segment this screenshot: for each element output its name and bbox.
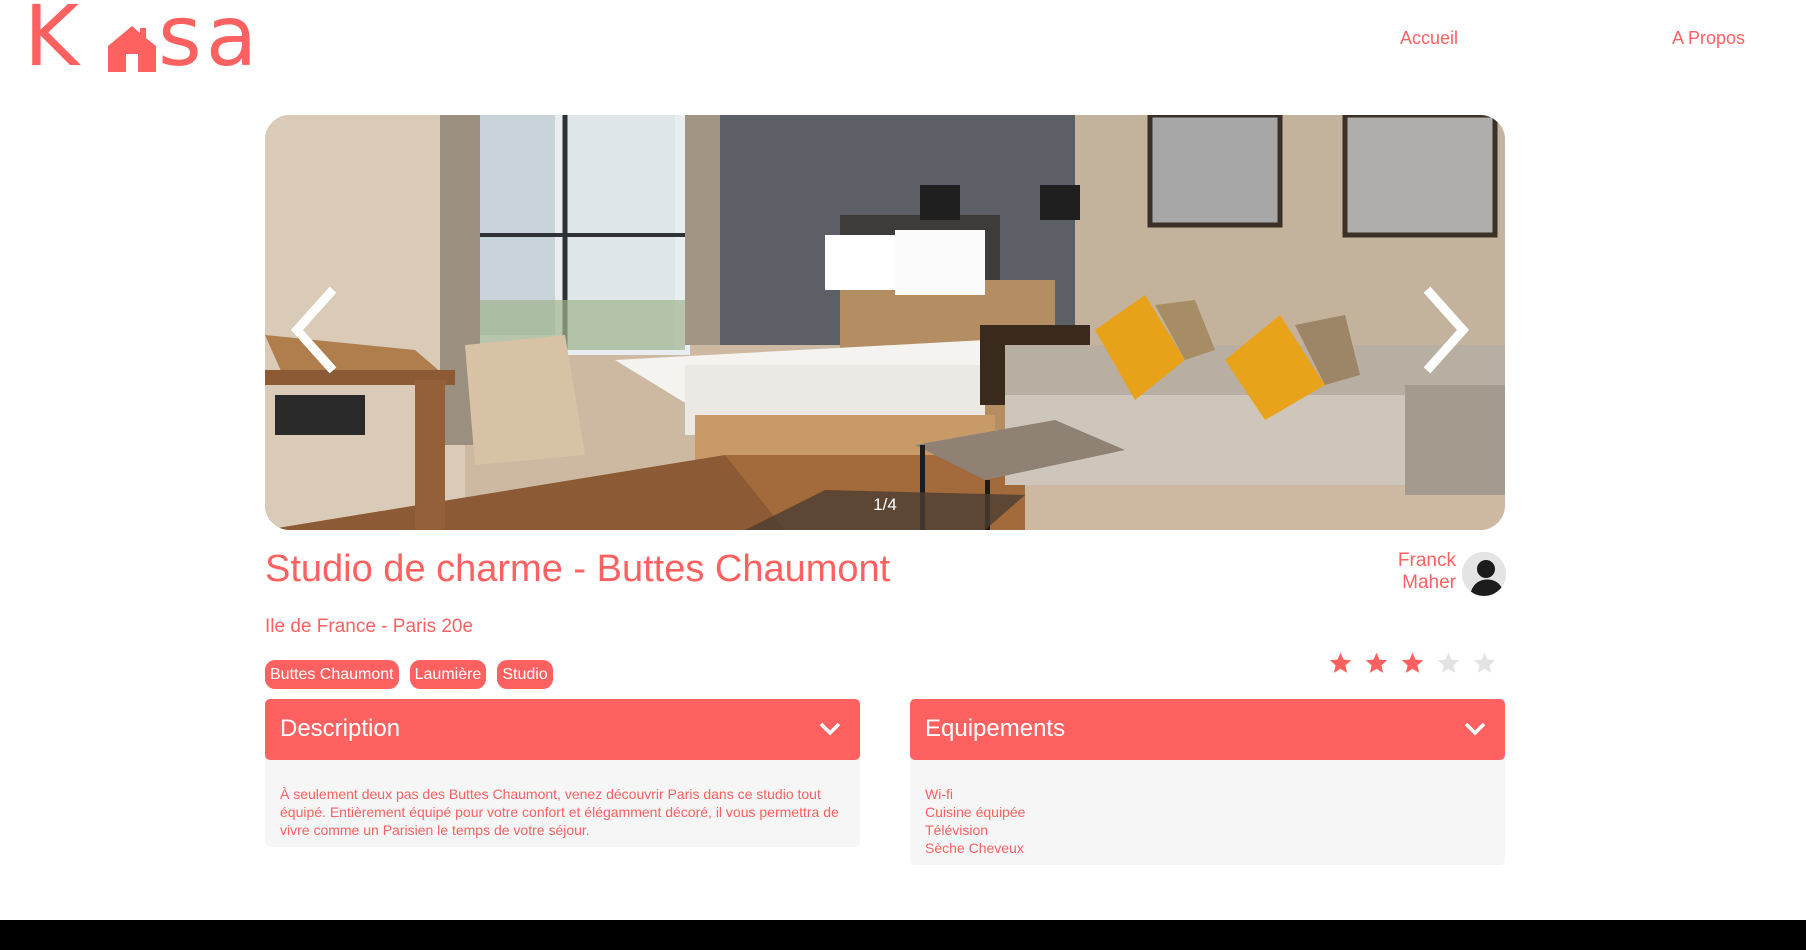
equipments-collapse: Equipements Wi-fi Cuisine équipée Télévi…: [910, 699, 1505, 865]
star-filled-icon: [1329, 652, 1352, 673]
chevron-left-icon[interactable]: [285, 285, 345, 375]
equipment-item: Sèche Cheveux: [925, 840, 1024, 856]
star-empty-icon: [1437, 652, 1460, 673]
host-portrait-icon: [1462, 552, 1506, 596]
host-avatar: [1462, 552, 1506, 596]
chevron-down-icon[interactable]: [818, 719, 842, 739]
host-name: Franck Maher: [1356, 550, 1456, 594]
host-first-name: Franck: [1397, 550, 1456, 571]
room-photo: [265, 115, 1505, 530]
tag-list: Buttes Chaumont Laumière Studio: [265, 660, 553, 689]
equipments-collapse-header[interactable]: Equipements: [910, 699, 1505, 760]
rating-stars: [1328, 651, 1497, 676]
star-empty-icon: [1473, 652, 1496, 673]
description-text: À seulement deux pas des Buttes Chaumont…: [280, 786, 839, 838]
star-filled-icon: [1365, 652, 1388, 673]
carousel-counter: 1/4: [873, 495, 897, 514]
nav-about-link[interactable]: A Propos: [1672, 28, 1745, 49]
host-last-name: Maher: [1402, 572, 1456, 593]
logo-letters-sa: sa: [158, 0, 262, 85]
description-collapse: Description À seulement deux pas des But…: [265, 699, 860, 847]
logo-letter-k: K: [24, 0, 84, 85]
equipment-item: Wi-fi: [925, 786, 953, 802]
description-collapse-header[interactable]: Description: [265, 699, 860, 760]
image-carousel: 1/4: [265, 115, 1505, 530]
listing-location: Ile de France - Paris 20e: [265, 616, 474, 637]
kasa-logo[interactable]: K sa: [24, 0, 257, 85]
chevron-down-icon[interactable]: [1463, 719, 1487, 739]
house-icon: [108, 26, 156, 72]
description-title: Description: [280, 715, 401, 742]
star-filled-icon: [1401, 652, 1424, 673]
tag-item: Laumière: [409, 660, 487, 689]
footer-bar: [0, 920, 1806, 950]
tag-item: Buttes Chaumont: [265, 660, 399, 689]
equipments-title: Equipements: [925, 715, 1066, 742]
tag-item: Studio: [497, 660, 553, 689]
equipments-body: Wi-fi Cuisine équipée Télévision Sèche C…: [910, 755, 1505, 865]
equipments-list: Wi-fi Cuisine équipée Télévision Sèche C…: [925, 785, 1490, 857]
host-card: Franck Maher: [1380, 550, 1506, 596]
equipment-item: Cuisine équipée: [925, 804, 1026, 820]
listing-title: Studio de charme - Buttes Chaumont: [265, 548, 891, 590]
description-body: À seulement deux pas des Buttes Chaumont…: [265, 755, 860, 847]
nav-home-link[interactable]: Accueil: [1400, 28, 1458, 49]
equipment-item: Télévision: [925, 822, 989, 838]
chevron-right-icon[interactable]: [1415, 285, 1475, 375]
